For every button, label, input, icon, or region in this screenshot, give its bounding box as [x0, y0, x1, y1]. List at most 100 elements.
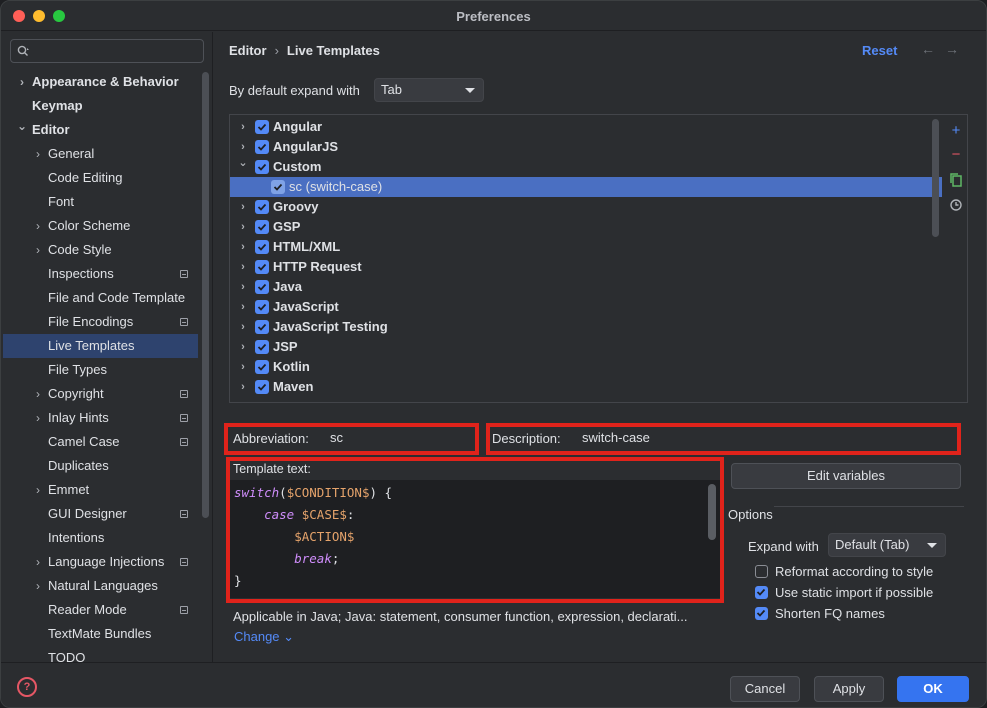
template-item[interactable]: sc (switch-case): [230, 177, 942, 197]
chevron-right-icon[interactable]: ›: [238, 317, 248, 337]
sidebar-item-general[interactable]: › General: [3, 142, 198, 166]
template-checkbox[interactable]: [255, 120, 269, 134]
remove-icon[interactable]: −: [949, 146, 963, 163]
sidebar-scrollbar[interactable]: [202, 72, 209, 518]
sidebar-item-textmate-bundles[interactable]: TextMate Bundles: [3, 622, 198, 646]
reformat-according-to-style-checkbox[interactable]: [755, 565, 768, 578]
chevron-right-icon[interactable]: ›: [32, 382, 44, 406]
sidebar-item-gui-designer[interactable]: GUI Designer: [3, 502, 198, 526]
template-checkbox[interactable]: [255, 260, 269, 274]
template-group[interactable]: › JavaScript: [230, 297, 942, 317]
templates-scrollbar[interactable]: [932, 119, 939, 237]
sidebar-item-intentions[interactable]: Intentions: [3, 526, 198, 550]
description-field[interactable]: switch-case: [576, 426, 956, 452]
help-icon[interactable]: ?: [17, 677, 37, 697]
sidebar-item-appearance-behavior[interactable]: › Appearance & Behavior: [3, 70, 198, 94]
restore-icon[interactable]: [949, 198, 963, 216]
add-icon[interactable]: +: [949, 122, 963, 139]
template-group[interactable]: › Angular: [230, 117, 942, 137]
sidebar-item-code-style[interactable]: › Code Style: [3, 238, 198, 262]
sidebar-item-file-encodings[interactable]: File Encodings: [3, 310, 198, 334]
chevron-right-icon[interactable]: ›: [32, 574, 44, 598]
sidebar-item-color-scheme[interactable]: › Color Scheme: [3, 214, 198, 238]
sidebar-item-file-types[interactable]: File Types: [3, 358, 198, 382]
template-group[interactable]: › AngularJS: [230, 137, 942, 157]
chevron-right-icon[interactable]: ›: [32, 550, 44, 574]
chevron-right-icon[interactable]: ›: [238, 337, 248, 357]
shorten-fq-names-checkbox[interactable]: [755, 607, 768, 620]
editor-scrollbar[interactable]: [708, 484, 716, 540]
template-group[interactable]: › HTML/XML: [230, 237, 942, 257]
cancel-button[interactable]: Cancel: [730, 676, 800, 702]
sidebar-item-inlay-hints[interactable]: › Inlay Hints: [3, 406, 198, 430]
sidebar-item-keymap[interactable]: Keymap: [3, 94, 198, 118]
options-expand-select[interactable]: Default (Tab): [828, 533, 946, 557]
template-group[interactable]: › JSP: [230, 337, 942, 357]
sidebar-item-reader-mode[interactable]: Reader Mode: [3, 598, 198, 622]
sidebar-item-language-injections[interactable]: › Language Injections: [3, 550, 198, 574]
ok-button[interactable]: OK: [897, 676, 969, 702]
copy-icon[interactable]: [949, 172, 963, 192]
chevron-down-icon[interactable]: ⌄: [238, 153, 248, 173]
sidebar-item-natural-languages[interactable]: › Natural Languages: [3, 574, 198, 598]
edit-variables-button[interactable]: Edit variables: [731, 463, 961, 489]
template-checkbox[interactable]: [255, 220, 269, 234]
template-group[interactable]: › HTTP Request: [230, 257, 942, 277]
forward-arrow-icon[interactable]: →: [945, 41, 959, 57]
template-checkbox[interactable]: [255, 320, 269, 334]
chevron-right-icon[interactable]: ›: [238, 377, 248, 397]
template-text-editor[interactable]: switch($CONDITION$) { case $CASE$: $ACTI…: [230, 480, 720, 598]
apply-button[interactable]: Apply: [814, 676, 884, 702]
template-checkbox[interactable]: [255, 380, 269, 394]
template-checkbox[interactable]: [255, 300, 269, 314]
chevron-right-icon[interactable]: ›: [238, 257, 248, 277]
breadcrumb-editor[interactable]: Editor: [229, 43, 267, 58]
sidebar-item-live-templates[interactable]: Live Templates: [3, 334, 198, 358]
template-checkbox[interactable]: [255, 360, 269, 374]
template-checkbox[interactable]: [255, 340, 269, 354]
template-group[interactable]: › Java: [230, 277, 942, 297]
default-expand-select[interactable]: Tab: [374, 78, 484, 102]
chevron-right-icon[interactable]: ›: [238, 357, 248, 377]
chevron-right-icon[interactable]: ›: [32, 214, 44, 238]
use-static-import-if-possible-checkbox[interactable]: [755, 586, 768, 599]
template-checkbox[interactable]: [271, 180, 285, 194]
chevron-right-icon[interactable]: ›: [238, 297, 248, 317]
chevron-right-icon[interactable]: ›: [32, 406, 44, 430]
chevron-right-icon[interactable]: ›: [16, 70, 28, 94]
chevron-right-icon[interactable]: ›: [238, 237, 248, 257]
change-context-link[interactable]: Change ⌄: [234, 629, 294, 645]
sidebar-item-code-editing[interactable]: Code Editing: [3, 166, 198, 190]
sidebar-item-duplicates[interactable]: Duplicates: [3, 454, 198, 478]
template-checkbox[interactable]: [255, 200, 269, 214]
chevron-right-icon[interactable]: ›: [238, 277, 248, 297]
sidebar-item-inspections[interactable]: Inspections: [3, 262, 198, 286]
template-group[interactable]: › Kotlin: [230, 357, 942, 377]
sidebar-item-editor[interactable]: ⌄ Editor: [3, 118, 198, 142]
back-arrow-icon[interactable]: ←: [921, 41, 935, 57]
abbreviation-field[interactable]: sc: [324, 426, 476, 452]
chevron-right-icon[interactable]: ›: [238, 117, 248, 137]
template-group[interactable]: › Maven: [230, 377, 942, 397]
sidebar-item-font[interactable]: Font: [3, 190, 198, 214]
template-checkbox[interactable]: [255, 240, 269, 254]
chevron-right-icon[interactable]: ›: [32, 142, 44, 166]
template-group[interactable]: › Groovy: [230, 197, 942, 217]
sidebar-item-camel-case[interactable]: Camel Case: [3, 430, 198, 454]
sidebar-item-emmet[interactable]: › Emmet: [3, 478, 198, 502]
template-checkbox[interactable]: [255, 140, 269, 154]
chevron-right-icon[interactable]: ›: [238, 197, 248, 217]
settings-search-input[interactable]: [10, 39, 204, 63]
template-group[interactable]: › JavaScript Testing: [230, 317, 942, 337]
sidebar-item-file-and-code-template[interactable]: File and Code Template: [3, 286, 198, 310]
reset-link[interactable]: Reset: [862, 43, 897, 58]
chevron-right-icon[interactable]: ›: [32, 478, 44, 502]
template-group[interactable]: › GSP: [230, 217, 942, 237]
template-checkbox[interactable]: [255, 280, 269, 294]
template-checkbox[interactable]: [255, 160, 269, 174]
chevron-right-icon[interactable]: ›: [238, 217, 248, 237]
sidebar-item-copyright[interactable]: › Copyright: [3, 382, 198, 406]
template-group[interactable]: ⌄ Custom: [230, 157, 942, 177]
chevron-right-icon[interactable]: ›: [32, 238, 44, 262]
chevron-down-icon[interactable]: ⌄: [16, 114, 28, 138]
